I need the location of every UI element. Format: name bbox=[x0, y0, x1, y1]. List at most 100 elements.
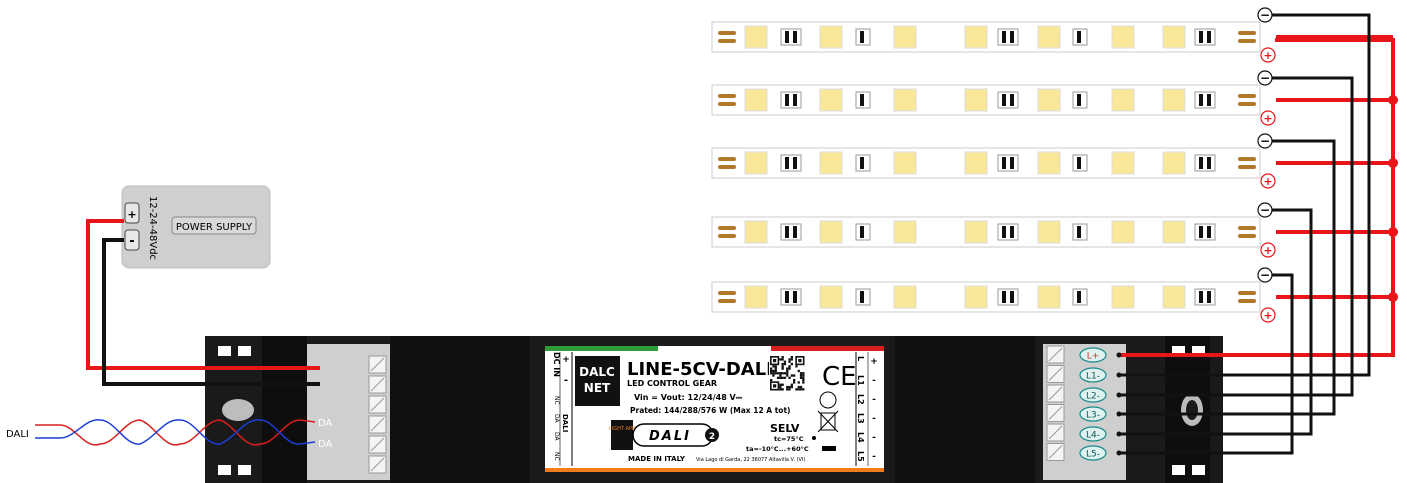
qr-module bbox=[783, 362, 787, 366]
resistor-pad bbox=[1194, 91, 1216, 109]
qr-module bbox=[790, 358, 793, 361]
output-pin-name: L3 bbox=[856, 413, 865, 424]
qr-module bbox=[779, 376, 782, 379]
qr-module bbox=[781, 358, 784, 361]
qr-module bbox=[779, 388, 782, 391]
led-chip bbox=[964, 88, 988, 112]
led-chip bbox=[1037, 220, 1061, 244]
resistor bbox=[1077, 94, 1081, 106]
qr-module bbox=[786, 385, 789, 389]
resistor bbox=[1002, 31, 1006, 43]
qr-module bbox=[781, 365, 784, 368]
qr-module bbox=[786, 367, 789, 370]
resistor bbox=[1002, 94, 1006, 106]
wiring-diagram: −+−+−+−+−+ + - 12-24-48Vdc POWER SUPPLY bbox=[6, 7, 1398, 483]
resistor-pad bbox=[1194, 223, 1216, 241]
case-panel bbox=[262, 336, 307, 483]
led-chip bbox=[893, 25, 917, 49]
psu-plus-label: + bbox=[127, 208, 136, 221]
led-strips: −+−+−+−+−+ bbox=[711, 7, 1276, 323]
qr-module bbox=[776, 372, 780, 375]
resistor-pad bbox=[1194, 28, 1216, 46]
output-terminal-label: L1- bbox=[1086, 372, 1100, 382]
case-clip bbox=[238, 346, 251, 356]
resistor bbox=[1002, 226, 1006, 238]
output-terminal-dot bbox=[1116, 372, 1122, 378]
selv-label: SELV bbox=[770, 422, 800, 435]
strip-plus-label: + bbox=[1263, 175, 1272, 188]
led-chip bbox=[744, 88, 768, 112]
resistor-pad bbox=[997, 28, 1019, 46]
vin-spec: Vin = Vout: 12/24/48 V⎓ bbox=[634, 393, 743, 402]
led-chip bbox=[964, 220, 988, 244]
resistor bbox=[793, 31, 797, 43]
resistor-pad bbox=[780, 91, 802, 109]
resistor bbox=[1010, 94, 1014, 106]
qr-module bbox=[786, 372, 789, 375]
resistor bbox=[1077, 226, 1081, 238]
strip-minus-label: − bbox=[1260, 268, 1270, 282]
strip-plus-label: + bbox=[1263, 244, 1272, 257]
strip-pad bbox=[1238, 39, 1256, 43]
qr-module bbox=[788, 360, 791, 363]
brand-line1: DALC bbox=[579, 365, 615, 379]
led-chip bbox=[819, 285, 843, 309]
led-chip bbox=[893, 88, 917, 112]
qr-module bbox=[799, 376, 803, 379]
led-chip bbox=[893, 220, 917, 244]
led-chip bbox=[819, 151, 843, 175]
resistor-pad bbox=[780, 288, 802, 306]
qr-finder-core bbox=[772, 358, 777, 363]
led-chip bbox=[964, 25, 988, 49]
label-bottom-stripe bbox=[545, 468, 884, 472]
led-strip: −+ bbox=[711, 202, 1276, 258]
strip-pad bbox=[1238, 157, 1256, 161]
psu-title: POWER SUPPLY bbox=[176, 222, 253, 233]
resistor bbox=[860, 226, 864, 238]
strip-pad bbox=[718, 234, 736, 238]
flag-red bbox=[771, 346, 884, 351]
output-pin-polarity: - bbox=[872, 433, 876, 443]
led-chip bbox=[1111, 285, 1135, 309]
qr-module bbox=[799, 372, 803, 375]
strip-plus-label: + bbox=[1263, 49, 1272, 62]
qr-module bbox=[783, 376, 787, 379]
qr-module bbox=[772, 374, 775, 377]
power-supply: + - 12-24-48Vdc POWER SUPPLY bbox=[121, 185, 271, 269]
qr-module bbox=[795, 388, 798, 391]
qr-module bbox=[790, 356, 793, 359]
resistor bbox=[1077, 31, 1081, 43]
resistor bbox=[793, 94, 797, 106]
led-chip bbox=[1037, 88, 1061, 112]
qr-module bbox=[799, 374, 803, 377]
positive-junction bbox=[1388, 158, 1398, 168]
output-terminal-dot bbox=[1116, 411, 1122, 417]
qr-module bbox=[790, 383, 793, 386]
qr-module bbox=[802, 376, 805, 379]
dali-logo: DALI bbox=[649, 429, 691, 444]
resistor bbox=[785, 226, 789, 238]
product-label: DC IN + - NC DALI DA DA NC DALC NET LINE… bbox=[545, 346, 884, 472]
case-screw-hole bbox=[222, 399, 254, 421]
resistor bbox=[1207, 94, 1211, 106]
qr-module bbox=[783, 360, 787, 363]
resistor-pad bbox=[1194, 154, 1216, 172]
strip-pad bbox=[718, 102, 736, 106]
psu-minus-label: - bbox=[129, 234, 134, 249]
case-clip bbox=[238, 465, 251, 475]
ta-bar bbox=[822, 446, 836, 451]
qr-module bbox=[774, 372, 777, 375]
ta-label: ta=-10°C...+60°C bbox=[746, 445, 809, 453]
flag-green bbox=[545, 346, 658, 351]
qr-module bbox=[793, 379, 796, 382]
strip-pad bbox=[718, 39, 736, 43]
qr-module bbox=[781, 367, 784, 370]
resistor bbox=[785, 157, 789, 169]
qr-module bbox=[770, 372, 773, 375]
case-clip bbox=[218, 465, 231, 475]
model-name: LINE-5CV-DALI bbox=[627, 359, 773, 380]
led-chip bbox=[964, 285, 988, 309]
led-strip: −+ bbox=[711, 133, 1276, 189]
qr-module bbox=[797, 369, 800, 373]
address: Via Lago di Garda, 22 36077 Altavilla V.… bbox=[696, 457, 805, 463]
